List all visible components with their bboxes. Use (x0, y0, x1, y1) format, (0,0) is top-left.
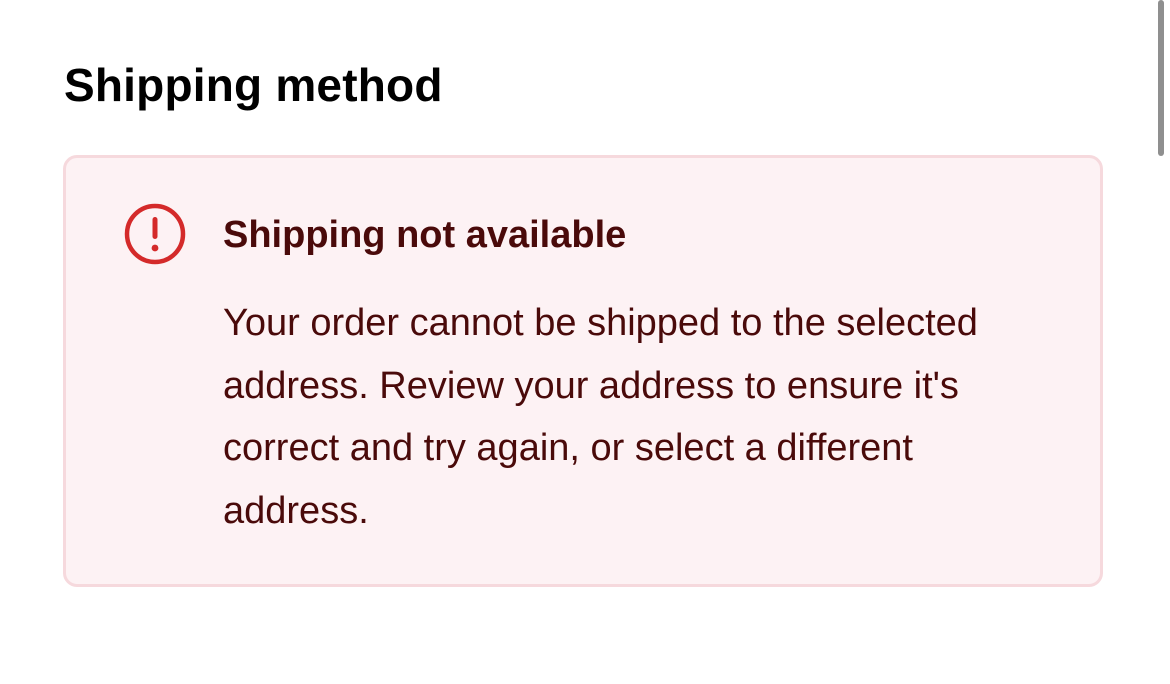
alert-title: Shipping not available (223, 214, 627, 256)
vertical-scrollbar[interactable] (1158, 0, 1164, 156)
shipping-error-banner: Shipping not available Your order cannot… (63, 155, 1103, 587)
exclamation-circle-icon (123, 202, 187, 266)
shipping-method-heading: Shipping method (64, 59, 443, 111)
alert-message: Your order cannot be shipped to the sele… (223, 302, 978, 532)
